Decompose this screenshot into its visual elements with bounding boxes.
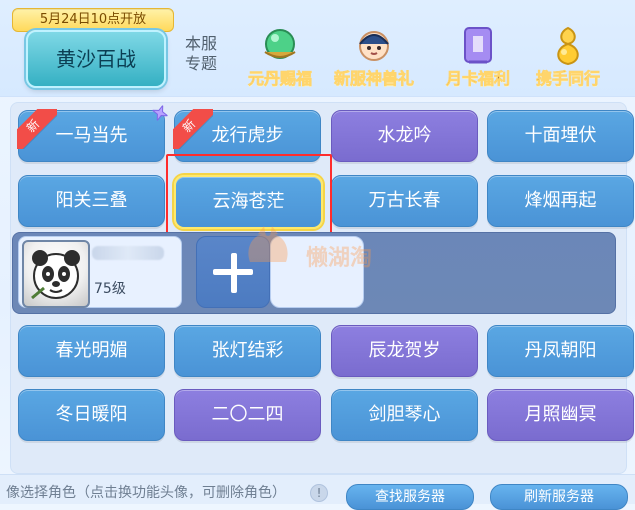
- server-button-11[interactable]: 辰龙贺岁: [331, 325, 478, 377]
- server-topic-label: 本服 专题: [184, 34, 217, 73]
- watermark: 懒湖淘: [236, 222, 426, 272]
- promo-label-4: 携手同行: [535, 69, 601, 88]
- promo-label-2: 新服神兽礼: [333, 69, 415, 88]
- new-badge: 新: [17, 109, 57, 149]
- server-button-9[interactable]: 春光明媚: [18, 325, 165, 377]
- server-button-3[interactable]: 水龙吟: [331, 110, 478, 162]
- server-button-14[interactable]: 二〇二四: [174, 389, 321, 441]
- server-label: 阳关三叠: [55, 190, 128, 211]
- new-badge-label: 新: [17, 109, 57, 149]
- month-card-icon: [451, 22, 505, 70]
- watermark-logo-icon: [248, 226, 288, 262]
- server-button-10[interactable]: 张灯结彩: [174, 325, 321, 377]
- server-label: 张灯结彩: [211, 340, 284, 361]
- beast-girl-icon: [347, 22, 401, 70]
- server-label: 丹凤朝阳: [524, 340, 597, 361]
- watermark-text: 懒湖淘: [306, 246, 373, 271]
- new-badge: 新: [173, 109, 213, 149]
- refresh-server-button[interactable]: 刷新服务器: [490, 484, 628, 510]
- server-label: 冬日暖阳: [55, 404, 128, 425]
- find-server-button[interactable]: 查找服务器: [346, 484, 474, 510]
- server-label: 万古长春: [368, 190, 441, 211]
- new-badge-label: 新: [173, 109, 213, 149]
- bottom-tip-text: 像选择角色（点击换功能头像，可删除角色）: [6, 485, 286, 501]
- server-button-4[interactable]: 十面埋伏: [487, 110, 634, 162]
- server-button-5[interactable]: 阳关三叠: [18, 175, 165, 227]
- promo-label-1: 元丹赐福: [247, 69, 313, 88]
- server-label: 剑胆琴心: [368, 404, 441, 425]
- promo-item-2[interactable]: 新服神兽礼: [326, 22, 422, 94]
- promo-item-1[interactable]: 元丹赐福: [232, 22, 328, 94]
- server-button-1[interactable]: 新 一马当先: [17, 103, 170, 162]
- promo-item-4[interactable]: 携手同行: [520, 22, 616, 94]
- server-label: 十面埋伏: [524, 125, 597, 146]
- green-orb-icon: [253, 22, 307, 70]
- promo-item-3[interactable]: 月卡福利: [430, 22, 526, 94]
- server-label: 二〇二四: [211, 404, 284, 425]
- hero-server-button[interactable]: 黄沙百战: [26, 30, 166, 88]
- blurred-player-name: [92, 246, 164, 260]
- server-label: 春光明媚: [55, 340, 128, 361]
- character-level: 75级: [94, 281, 126, 297]
- server-button-13[interactable]: 冬日暖阳: [18, 389, 165, 441]
- server-button-8[interactable]: 烽烟再起: [487, 175, 634, 227]
- golden-gourd-icon: [541, 22, 595, 70]
- server-label: 辰龙贺岁: [368, 340, 441, 361]
- server-label: 龙行虎步: [211, 125, 284, 146]
- info-icon[interactable]: !: [310, 484, 328, 502]
- server-label: 水龙吟: [377, 125, 432, 146]
- open-date-badge: 5月24日10点开放: [12, 8, 174, 32]
- server-label: 一马当先: [55, 125, 128, 146]
- server-button-12[interactable]: 丹凤朝阳: [487, 325, 634, 377]
- promo-label-3: 月卡福利: [445, 69, 511, 88]
- server-label: 月照幽冥: [524, 404, 597, 425]
- server-button-7[interactable]: 万古长春: [331, 175, 478, 227]
- server-button-15[interactable]: 剑胆琴心: [331, 389, 478, 441]
- panda-avatar-icon[interactable]: [22, 240, 90, 308]
- server-button-16[interactable]: 月照幽冥: [487, 389, 634, 441]
- server-label: 烽烟再起: [524, 190, 597, 211]
